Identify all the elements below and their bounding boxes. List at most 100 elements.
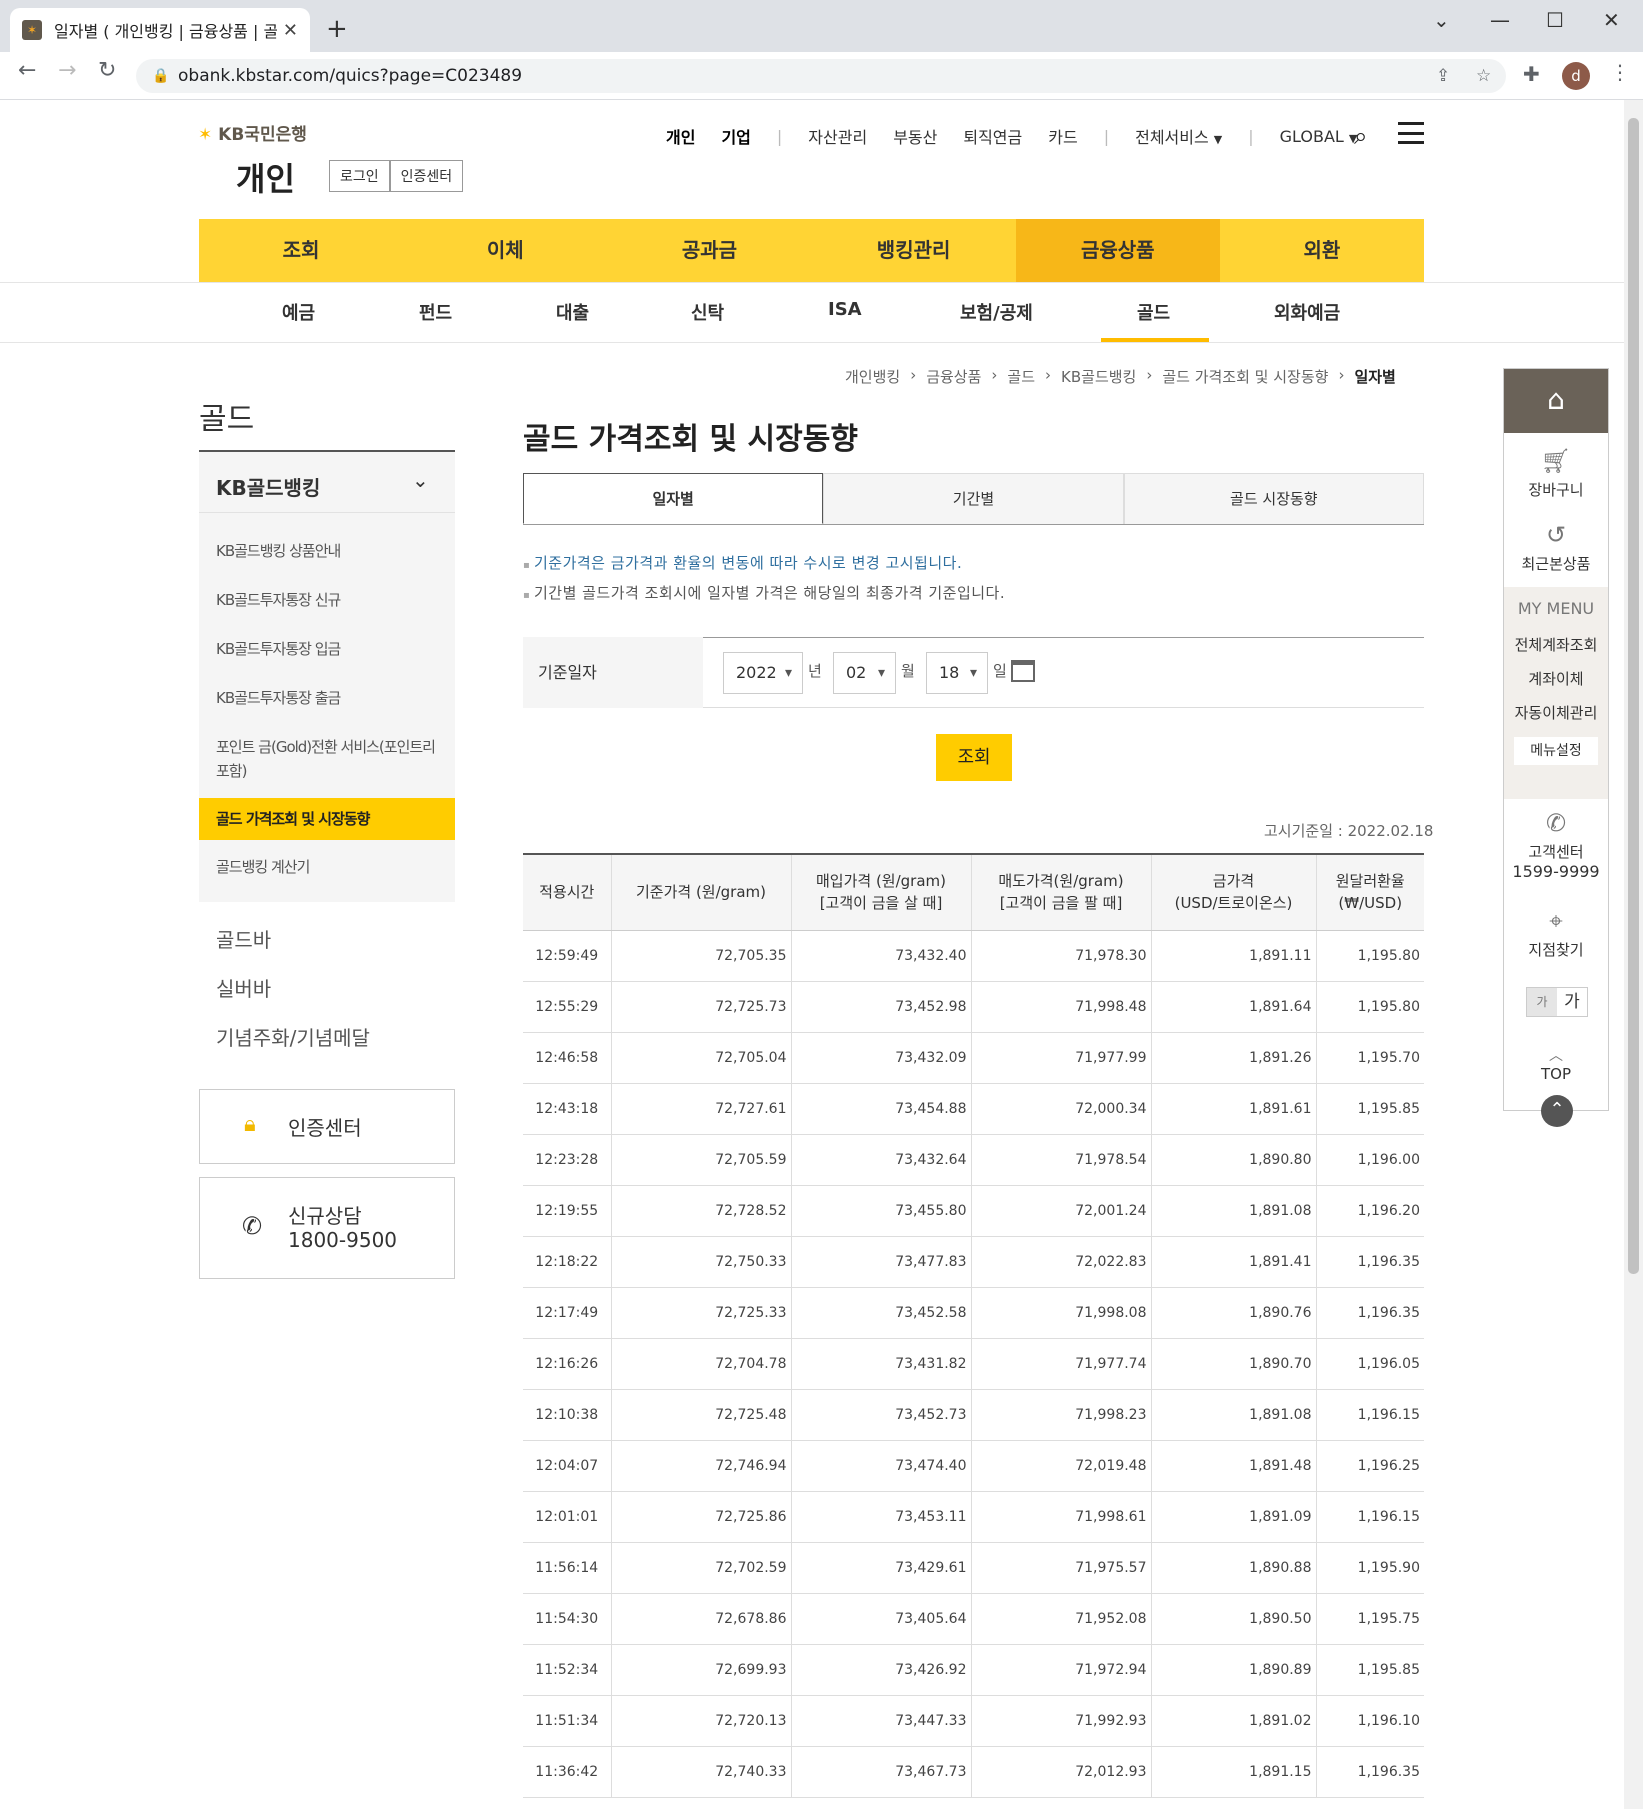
sidebar-item-point-gold-cont[interactable]: 포함): [216, 760, 247, 781]
sidebar-item-point-gold[interactable]: 포인트 금(Gold)전환 서비스(포인트리: [216, 736, 436, 757]
tab-search-icon[interactable]: ⌄: [1433, 8, 1450, 32]
topnav-pension[interactable]: 퇴직연금: [963, 124, 1022, 148]
url-bar[interactable]: 🔒 obank.kbstar.com/quics?page=C023489 ⇪ …: [136, 59, 1506, 93]
browser-menu-icon[interactable]: ⋮: [1610, 60, 1630, 84]
extensions-icon[interactable]: ✚: [1523, 62, 1540, 86]
gnb-financial-products[interactable]: 금융상품: [1015, 219, 1220, 282]
calendar-icon[interactable]: [1011, 660, 1035, 682]
sidebar-item-account-open[interactable]: KB골드투자통장 신규: [216, 589, 341, 610]
cert-center-button[interactable]: 인증센터: [389, 160, 464, 192]
back-icon[interactable]: ←: [18, 58, 36, 83]
breadcrumb-item[interactable]: 개인뱅킹: [845, 366, 900, 387]
topnav-realestate[interactable]: 부동산: [893, 124, 937, 148]
sidebar-item-price-market[interactable]: 골드 가격조회 및 시장동향: [199, 798, 455, 840]
mymenu-item[interactable]: 계좌이체: [1504, 668, 1608, 689]
home-icon[interactable]: ⌂: [1504, 369, 1608, 433]
price-table: 적용시간 기준가격 (원/gram) 매입가격 (원/gram) [고객이 금을 …: [523, 853, 1424, 1798]
day-select[interactable]: 18: [926, 652, 988, 694]
cell-buy-price: 73,453.11: [790, 1491, 971, 1543]
year-select[interactable]: 2022: [723, 652, 803, 694]
quick-top[interactable]: ︿ TOP: [1504, 1045, 1608, 1083]
quick-cart[interactable]: 🛒︎ 장바구니: [1504, 447, 1608, 500]
lnb-fund[interactable]: 펀드: [419, 299, 452, 325]
header-sell-price: 매도가격(원/gram) [고객이 금을 팔 때]: [970, 853, 1151, 931]
cell-exchange-rate: 1,195.70: [1315, 1032, 1424, 1084]
bookmark-star-icon[interactable]: ☆: [1476, 59, 1491, 93]
browser-tab[interactable]: ✶ 일자별 ( 개인뱅킹 | 금융상품 | 골 ✕: [10, 8, 310, 52]
new-tab-icon[interactable]: +: [326, 14, 348, 44]
lnb-loan[interactable]: 대출: [556, 299, 589, 325]
chevron-down-icon[interactable]: ⌄: [412, 468, 429, 492]
profile-avatar[interactable]: d: [1562, 62, 1590, 90]
hamburger-menu-icon[interactable]: [1398, 122, 1424, 144]
breadcrumb-item[interactable]: KB골드뱅킹: [1061, 366, 1136, 387]
font-small-button[interactable]: 가: [1527, 988, 1557, 1016]
topnav-asset[interactable]: 자산관리: [808, 124, 867, 148]
lnb-fx-deposit[interactable]: 외화예금: [1274, 299, 1340, 325]
quick-recent[interactable]: ↺ 최근본상품: [1504, 521, 1608, 574]
close-tab-icon[interactable]: ✕: [283, 20, 298, 41]
cell-sell-price: 71,992.93: [970, 1695, 1151, 1747]
sidebar-link-silverbar[interactable]: 실버바: [216, 973, 271, 1002]
maximize-icon[interactable]: ☐: [1546, 8, 1564, 32]
date-label: 기준일자: [523, 637, 703, 708]
sidebar-item-calculator[interactable]: 골드뱅킹 계산기: [216, 856, 310, 877]
forward-icon[interactable]: →: [58, 58, 76, 83]
breadcrumb-item[interactable]: 골드 가격조회 및 시장동향: [1162, 366, 1328, 387]
gnb-utility[interactable]: 공과금: [607, 219, 811, 282]
quick-customer-center[interactable]: ✆ 고객센터 1599-9999: [1504, 809, 1608, 881]
lnb-isa[interactable]: ISA: [828, 299, 862, 320]
reload-icon[interactable]: ↻: [98, 58, 116, 83]
topnav-personal[interactable]: 개인: [666, 124, 695, 148]
sidebar-item-deposit[interactable]: KB골드투자통장 입금: [216, 638, 341, 659]
font-large-button[interactable]: 가: [1557, 988, 1587, 1016]
cert-center-box[interactable]: 🔒︎ 인증센터: [199, 1089, 455, 1164]
lnb-deposit[interactable]: 예금: [282, 299, 315, 325]
sidebar-item-withdraw[interactable]: KB골드투자통장 출금: [216, 687, 341, 708]
topnav-global[interactable]: GLOBAL ▼: [1280, 127, 1358, 146]
breadcrumb-item[interactable]: 골드: [1007, 366, 1035, 387]
month-select[interactable]: 02: [833, 652, 896, 694]
login-button[interactable]: 로그인: [329, 160, 390, 192]
mymenu-item[interactable]: 자동이체관리: [1504, 702, 1608, 723]
tab-daily[interactable]: 일자별: [523, 473, 824, 524]
lnb-gold[interactable]: 골드: [1137, 299, 1170, 325]
kb-logo[interactable]: ✶ KB국민은행: [198, 120, 307, 145]
consult-box[interactable]: ✆ 신규상담 1800-9500: [199, 1177, 455, 1279]
sidebar-link-goldbar[interactable]: 골드바: [216, 924, 271, 953]
mymenu-item[interactable]: 전체계좌조회: [1504, 634, 1608, 655]
menu-setting-button[interactable]: 메뉴설정: [1514, 737, 1598, 765]
scroll-top-button[interactable]: ⌃: [1541, 1095, 1573, 1127]
scrollbar-thumb[interactable]: [1628, 118, 1639, 1274]
lnb-insurance[interactable]: 보험/공제: [960, 299, 1033, 325]
top-nav: 개인 기업 | 자산관리 부동산 퇴직연금 카드 | 전체서비스 ▼ | GLO…: [666, 124, 1357, 148]
quick-branch[interactable]: ⌖ 지점찾기: [1504, 907, 1608, 960]
cell-sell-price: 71,972.94: [970, 1644, 1151, 1696]
sidebar-group-kbgold[interactable]: KB골드뱅킹: [216, 472, 320, 501]
table-row: 12:43:18 72,727.61 73,454.88 72,000.34 1,891…: [523, 1083, 1424, 1135]
minimize-icon[interactable]: —: [1490, 8, 1510, 32]
search-button[interactable]: 조회: [936, 734, 1012, 781]
lnb-trust[interactable]: 신탁: [691, 299, 724, 325]
topnav-card[interactable]: 카드: [1048, 124, 1077, 148]
sidebar-link-coins[interactable]: 기념주화/기념메달: [216, 1022, 370, 1051]
close-window-icon[interactable]: ✕: [1603, 8, 1620, 32]
cart-icon: 🛒︎: [1540, 447, 1572, 475]
cell-time: 11:36:42: [523, 1746, 611, 1798]
gnb-banking-mgmt[interactable]: 뱅킹관리: [812, 219, 1016, 282]
chevron-right-icon: ›: [910, 366, 917, 384]
topnav-all-services[interactable]: 전체서비스 ▼: [1135, 124, 1222, 148]
cell-time: 12:16:26: [523, 1338, 611, 1390]
kb-star-icon: ✶: [198, 125, 213, 145]
tab-period[interactable]: 기간별: [823, 473, 1124, 524]
share-icon[interactable]: ⇪: [1436, 59, 1450, 93]
tab-market-trend[interactable]: 골드 시장동향: [1123, 473, 1424, 524]
gnb-inquiry[interactable]: 조회: [199, 219, 403, 282]
sidebar-item-product-info[interactable]: KB골드뱅킹 상품안내: [216, 540, 341, 561]
gnb-foreign-exchange[interactable]: 외환: [1220, 219, 1424, 282]
topnav-corporate[interactable]: 기업: [721, 124, 750, 148]
breadcrumb-item[interactable]: 금융상품: [926, 366, 981, 387]
search-icon[interactable]: ⌕: [1354, 122, 1367, 150]
gnb-transfer[interactable]: 이체: [403, 219, 607, 282]
notice-line: 기간별 골드가격 조회시에 일자별 가격은 해당일의 최종가격 기준입니다.: [523, 582, 1005, 603]
